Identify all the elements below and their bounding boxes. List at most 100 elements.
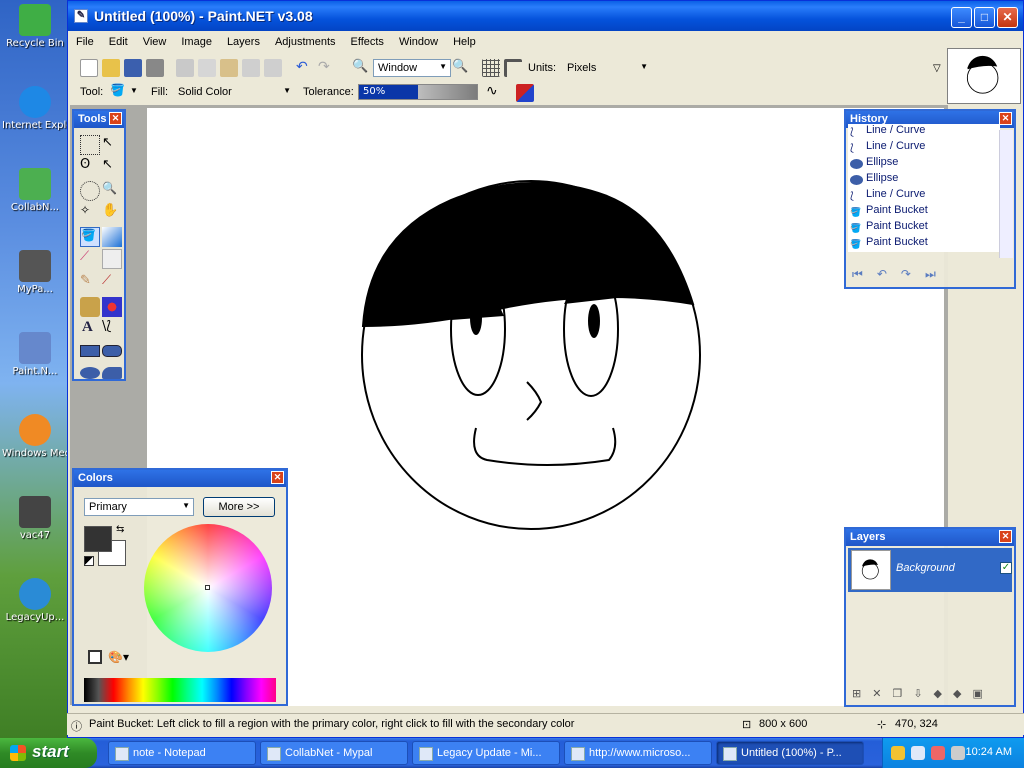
antialiasing-icon[interactable]: ∿ bbox=[486, 83, 504, 101]
open-icon[interactable] bbox=[102, 59, 120, 77]
recolor-icon[interactable] bbox=[102, 297, 122, 317]
zoom-in-icon[interactable]: 🔍 bbox=[452, 59, 470, 77]
title-bar[interactable]: ✎ Untitled (100%) - Paint.NET v3.08 _ □ … bbox=[68, 1, 1023, 31]
palette-options-icon[interactable]: 🎨▾ bbox=[108, 650, 130, 664]
redo-icon[interactable]: ↷ bbox=[901, 267, 925, 281]
history-scrollbar[interactable] bbox=[999, 130, 1013, 258]
history-item[interactable]: 🪣 Paint Bucket bbox=[848, 204, 1000, 220]
network-icon[interactable] bbox=[911, 746, 925, 760]
primary-color-swatch[interactable] bbox=[84, 526, 112, 552]
color-palette-strip[interactable] bbox=[84, 678, 276, 702]
volume-icon[interactable] bbox=[951, 746, 965, 760]
desktop-icon-media-player[interactable]: Windows Media Player bbox=[2, 414, 68, 459]
more-colors-button[interactable]: More >> bbox=[203, 497, 275, 517]
blend-mode-icon[interactable] bbox=[516, 84, 534, 102]
clone-stamp-icon[interactable] bbox=[80, 297, 100, 317]
move-selected-icon[interactable]: ↖ bbox=[102, 135, 122, 155]
minimize-button[interactable]: _ bbox=[951, 7, 972, 28]
task-microsoft-url[interactable]: http://www.microso... bbox=[564, 741, 712, 765]
freeform-shape-icon[interactable] bbox=[102, 367, 122, 379]
layer-visibility-checkbox[interactable]: ✓ bbox=[1000, 562, 1012, 574]
history-item[interactable]: ⟅ Line / Curve bbox=[848, 140, 1000, 156]
save-icon[interactable] bbox=[124, 59, 142, 77]
layer-properties-icon[interactable]: ▣ bbox=[972, 687, 993, 700]
desktop-icon-legacyupdate[interactable]: LegacyUp... bbox=[2, 578, 68, 623]
print-icon[interactable] bbox=[146, 59, 164, 77]
rectangle-select-icon[interactable] bbox=[80, 135, 100, 155]
desktop-icon-mypal[interactable]: MyPa... bbox=[2, 250, 68, 295]
copy-icon[interactable] bbox=[198, 59, 216, 77]
close-icon[interactable]: ✕ bbox=[999, 530, 1012, 543]
deselect-icon[interactable] bbox=[264, 59, 282, 77]
paintbrush-icon[interactable]: ⟋ bbox=[80, 249, 100, 269]
menu-image[interactable]: Image bbox=[173, 32, 219, 48]
text-icon[interactable]: A bbox=[82, 319, 102, 339]
color-wheel[interactable] bbox=[144, 524, 272, 652]
color-mode-select[interactable]: Primary ▼ bbox=[84, 498, 194, 516]
rulers-icon[interactable] bbox=[504, 59, 522, 77]
pencil-icon[interactable]: ✎ bbox=[80, 273, 100, 293]
tools-palette-title[interactable]: Tools ✕ bbox=[74, 111, 124, 128]
menu-effects[interactable]: Effects bbox=[343, 32, 391, 48]
security-shield-icon[interactable] bbox=[891, 746, 905, 760]
last-step-icon[interactable]: ⏭ bbox=[925, 267, 950, 281]
paint-bucket-tool-selector[interactable]: 🪣 bbox=[110, 83, 128, 101]
desktop-icon-collabnet[interactable]: CollabN... bbox=[2, 168, 68, 213]
layer-row-background[interactable]: Background ✓ bbox=[848, 548, 1012, 592]
lasso-select-icon[interactable]: ʘ bbox=[80, 157, 100, 177]
menu-help[interactable]: Help bbox=[445, 32, 483, 48]
line-curve-icon[interactable]: \⟅ bbox=[102, 319, 122, 339]
crop-icon[interactable] bbox=[242, 59, 260, 77]
history-item[interactable]: 🪣 Paint Bucket bbox=[848, 220, 1000, 236]
desktop-icon-vac47[interactable]: vac47 bbox=[2, 496, 68, 541]
color-wheel-cursor[interactable] bbox=[205, 585, 210, 590]
history-item[interactable]: Ellipse bbox=[848, 172, 1000, 188]
close-icon[interactable]: ✕ bbox=[999, 112, 1012, 125]
task-paintnet[interactable]: Untitled (100%) - P... bbox=[716, 741, 864, 765]
color-picker-icon[interactable]: ⟋ bbox=[102, 273, 122, 293]
ellipse-icon[interactable] bbox=[80, 367, 100, 379]
paste-icon[interactable] bbox=[220, 59, 238, 77]
eraser-icon[interactable] bbox=[102, 249, 122, 269]
task-mypal[interactable]: CollabNet - Mypal bbox=[260, 741, 408, 765]
magic-wand-icon[interactable]: ✧ bbox=[80, 203, 100, 223]
update-icon[interactable] bbox=[931, 746, 945, 760]
history-item[interactable]: Ellipse bbox=[848, 156, 1000, 172]
menu-edit[interactable]: Edit bbox=[101, 32, 135, 48]
menu-adjustments[interactable]: Adjustments bbox=[267, 32, 343, 48]
new-icon[interactable] bbox=[80, 59, 98, 77]
menu-layers[interactable]: Layers bbox=[219, 32, 267, 48]
history-item[interactable]: ⟅ Line / Curve bbox=[848, 188, 1000, 204]
cut-icon[interactable] bbox=[176, 59, 194, 77]
rectangle-icon[interactable] bbox=[80, 345, 100, 357]
desktop-icon-recycle-bin[interactable]: Recycle Bin bbox=[2, 4, 68, 49]
pan-icon[interactable]: ✋ bbox=[102, 203, 122, 223]
task-legacy-update[interactable]: Legacy Update - Mi... bbox=[412, 741, 560, 765]
rounded-rectangle-icon[interactable] bbox=[102, 345, 122, 357]
close-icon[interactable]: ✕ bbox=[271, 471, 284, 484]
duplicate-layer-icon[interactable]: ❐ bbox=[892, 687, 913, 700]
start-button[interactable]: start bbox=[0, 738, 97, 768]
swap-colors-icon[interactable]: ⇆ bbox=[116, 524, 124, 535]
reset-colors-icon[interactable] bbox=[84, 556, 94, 566]
redo-icon[interactable]: ↷ bbox=[318, 59, 336, 77]
merge-layer-down-icon[interactable]: ⇩ bbox=[913, 687, 933, 700]
maximize-button[interactable]: □ bbox=[974, 7, 995, 28]
close-icon[interactable]: ✕ bbox=[109, 112, 122, 125]
layers-palette-title[interactable]: Layers ✕ bbox=[846, 529, 1014, 546]
undo-icon[interactable]: ↶ bbox=[296, 59, 314, 77]
move-layer-down-icon[interactable]: ◆ bbox=[953, 687, 972, 700]
desktop-icon-internet-explorer[interactable]: Internet Explorer bbox=[2, 86, 68, 131]
undo-icon[interactable]: ↶ bbox=[877, 267, 901, 281]
gradient-icon[interactable] bbox=[102, 227, 122, 247]
colors-palette-title[interactable]: Colors ✕ bbox=[74, 470, 286, 487]
history-item[interactable]: 🪣 Paint Bucket bbox=[848, 236, 1000, 252]
task-notepad[interactable]: note - Notepad bbox=[108, 741, 256, 765]
palette-menu-icon[interactable] bbox=[88, 650, 102, 664]
units-select[interactable]: Pixels ▼ bbox=[562, 59, 652, 77]
menu-view[interactable]: View bbox=[135, 32, 174, 48]
move-selection-icon[interactable]: ↖ bbox=[102, 157, 122, 177]
grid-icon[interactable] bbox=[482, 59, 500, 77]
close-button[interactable]: ✕ bbox=[997, 7, 1018, 28]
move-layer-up-icon[interactable]: ◆ bbox=[934, 687, 953, 700]
